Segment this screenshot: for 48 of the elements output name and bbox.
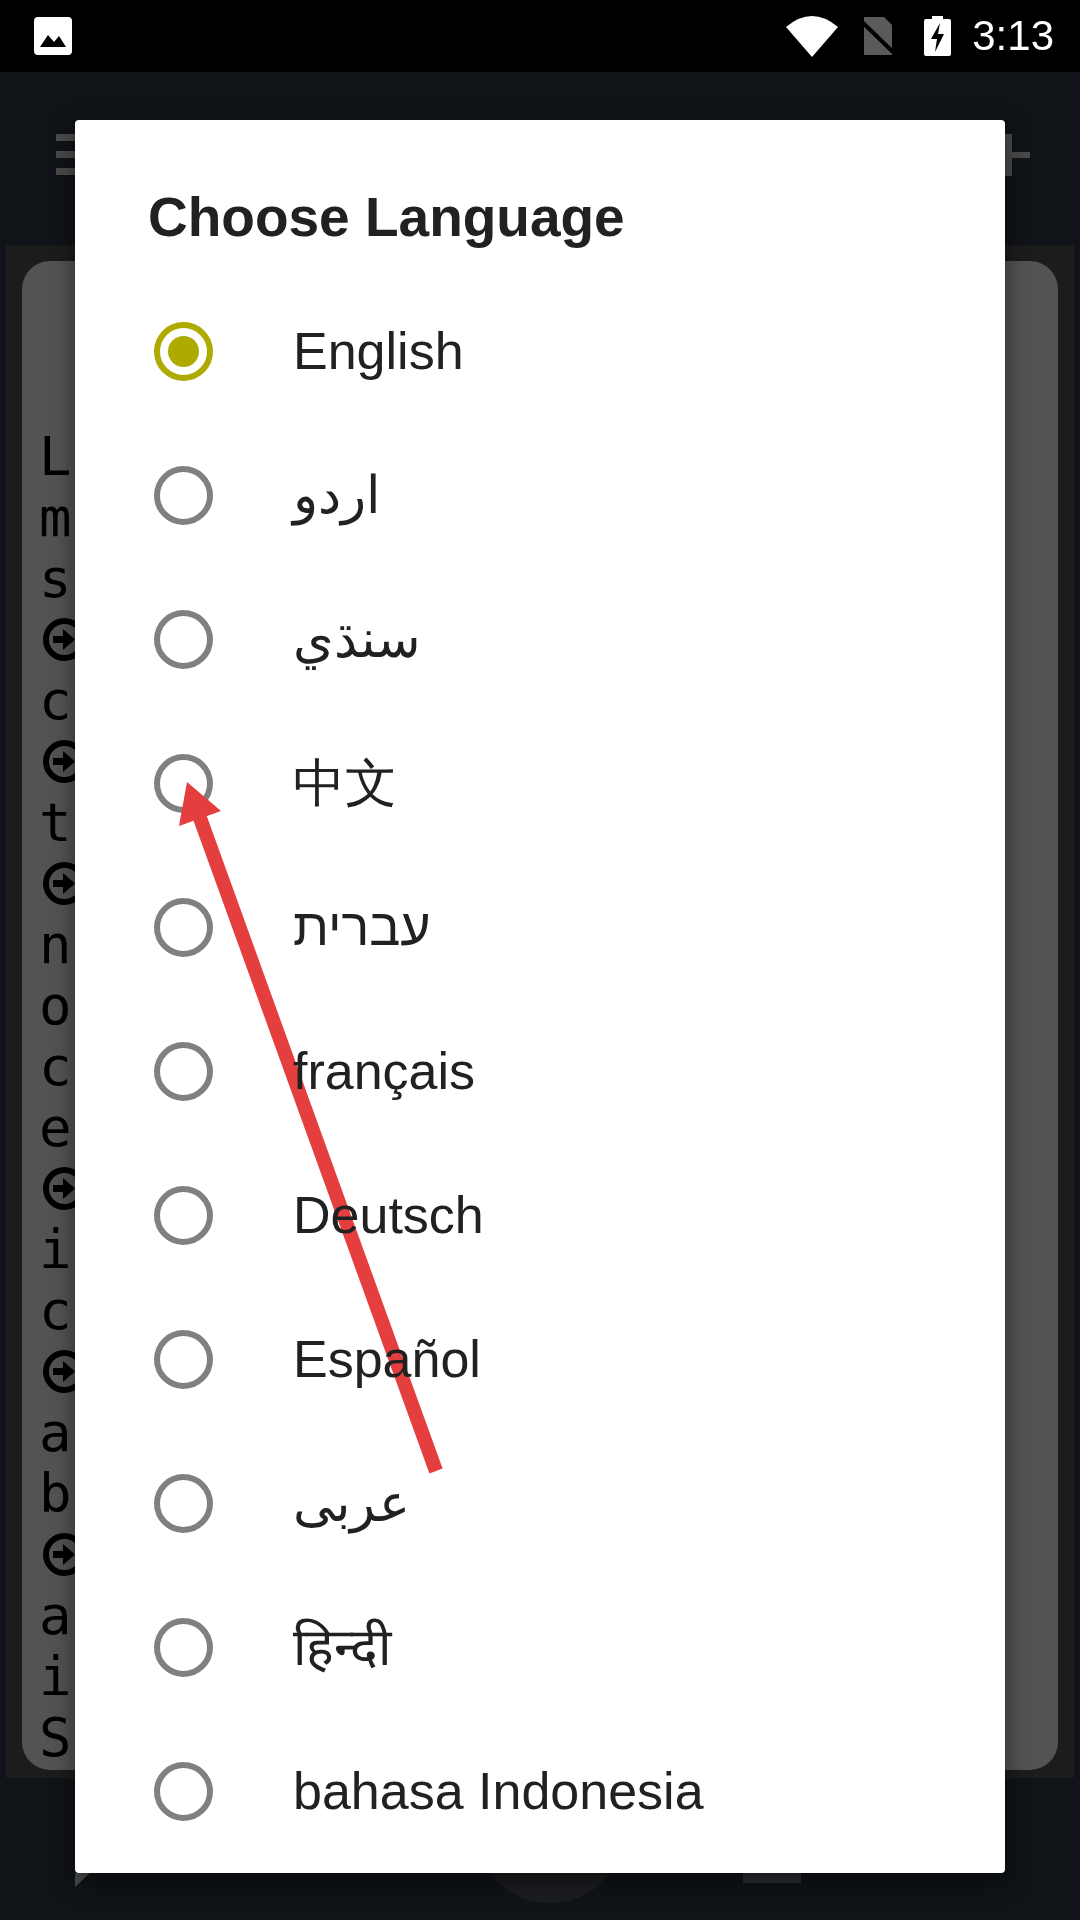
option-label: English bbox=[293, 321, 464, 382]
radio-button[interactable] bbox=[154, 1617, 213, 1677]
card-text: s bbox=[39, 551, 72, 606]
card-text: o bbox=[39, 978, 72, 1033]
radio-button[interactable] bbox=[154, 753, 213, 813]
radio-button[interactable] bbox=[154, 1473, 213, 1533]
radio-button[interactable] bbox=[154, 1185, 213, 1245]
circle-arrow-icon bbox=[43, 740, 75, 783]
option-label: עברית bbox=[293, 897, 431, 958]
card-text: i bbox=[39, 1649, 72, 1704]
plus-icon[interactable] bbox=[1005, 134, 1030, 176]
card-text: b bbox=[39, 1466, 72, 1521]
radio-button[interactable] bbox=[154, 1329, 213, 1389]
card-text: e bbox=[39, 1100, 72, 1155]
battery-charging-icon bbox=[924, 16, 952, 56]
option-label: bahasa Indonesia bbox=[293, 1761, 704, 1822]
radio-button[interactable] bbox=[154, 897, 213, 957]
card-text: S bbox=[39, 1710, 72, 1765]
card-text: a bbox=[39, 1588, 72, 1643]
radio-button[interactable] bbox=[154, 1761, 213, 1821]
option-label: سنڌي bbox=[293, 609, 421, 671]
card-text: c bbox=[39, 1039, 72, 1094]
card-text: m bbox=[39, 490, 72, 545]
radio-button[interactable] bbox=[154, 321, 213, 381]
triangle-icon bbox=[75, 1873, 90, 1887]
wifi-icon bbox=[786, 15, 839, 57]
rectangle-shape bbox=[743, 1873, 801, 1883]
card-text: t bbox=[39, 795, 72, 850]
menu-icon[interactable] bbox=[56, 134, 75, 175]
circle-arrow-icon bbox=[43, 862, 75, 905]
option-label: हिन्दी bbox=[293, 1617, 391, 1678]
radio-button[interactable] bbox=[154, 465, 213, 525]
radio-button[interactable] bbox=[154, 609, 213, 669]
card-text: n bbox=[39, 917, 72, 972]
card-text: L bbox=[39, 429, 72, 484]
radio-button[interactable] bbox=[154, 1041, 213, 1101]
card-text: c bbox=[39, 1283, 72, 1338]
circle-arrow-icon bbox=[43, 1533, 75, 1576]
circle-arrow-icon bbox=[43, 1167, 75, 1210]
circle-arrow-icon bbox=[43, 1350, 75, 1393]
option-label: عربى bbox=[293, 1473, 410, 1535]
card-text: i bbox=[39, 1222, 72, 1277]
image-icon bbox=[34, 17, 72, 55]
card-text: c bbox=[39, 673, 72, 728]
circle-arrow-icon bbox=[43, 618, 75, 661]
status-time: 3:13 bbox=[972, 15, 1054, 57]
card-text: a bbox=[39, 1405, 72, 1460]
option-label: 中文 bbox=[293, 753, 397, 814]
